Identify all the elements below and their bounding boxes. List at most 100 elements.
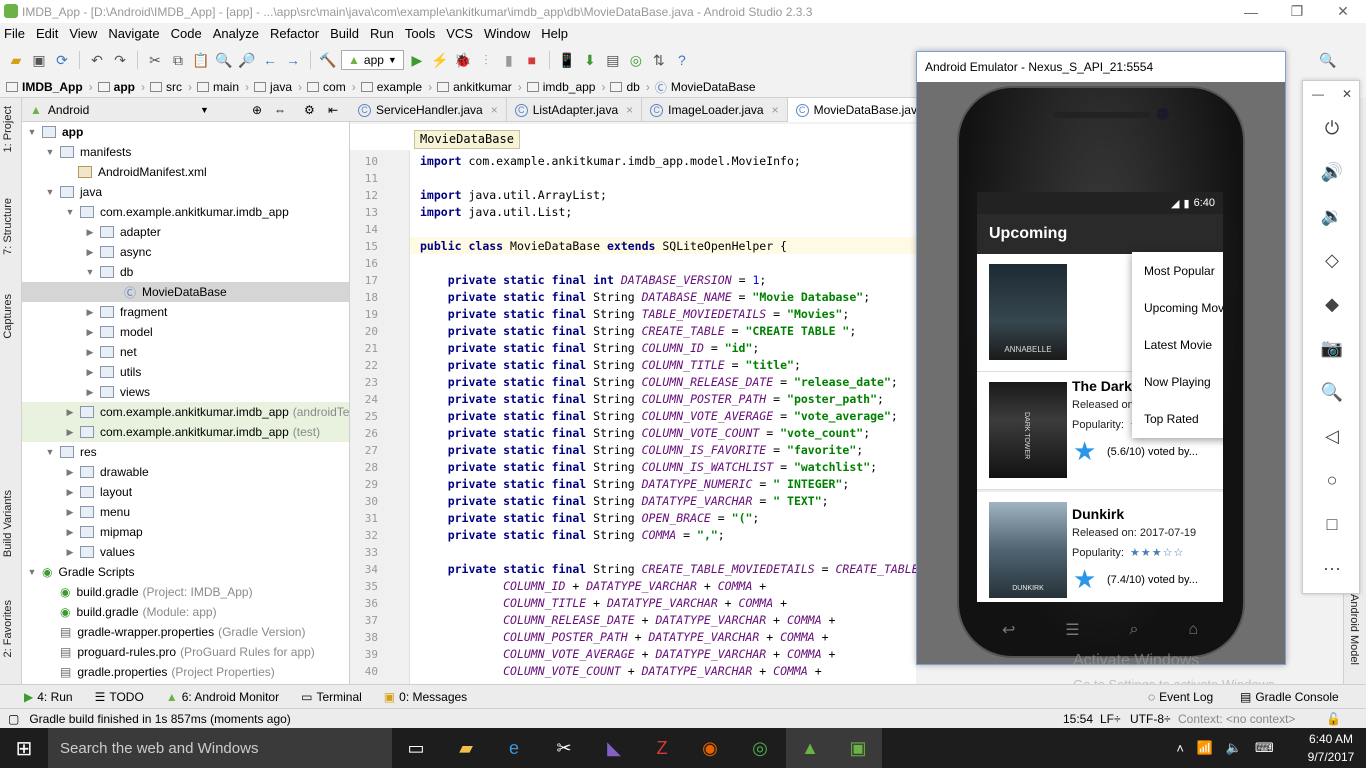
- overview-icon[interactable]: □: [1303, 509, 1361, 539]
- rotate-left-icon[interactable]: ◇: [1303, 245, 1361, 275]
- chevron-right-icon[interactable]: ▶: [84, 327, 96, 338]
- tree-item-build-gradle-project[interactable]: ◉ build.gradle (Project: IMDB_App): [22, 582, 349, 602]
- taskbar-search-box[interactable]: Search the web and Windows: [48, 728, 392, 768]
- tab-android-model[interactable]: Android Model: [1348, 594, 1360, 665]
- tree-item-proguard[interactable]: ▤ proguard-rules.pro (ProGuard Rules for a…: [22, 642, 349, 662]
- replace-icon[interactable]: 🔎: [237, 50, 257, 70]
- code-line[interactable]: private static final String CREATE_TABLE…: [420, 323, 857, 340]
- task-view-icon[interactable]: ▭: [392, 728, 440, 768]
- tool-todo[interactable]: ☰ TODO: [95, 690, 144, 704]
- tree-item-gradle-scripts[interactable]: ▼ ◉ Gradle Scripts: [22, 562, 349, 582]
- tool-messages[interactable]: ▣ 0: Messages: [384, 690, 467, 704]
- code-line[interactable]: private static final String OPEN_BRACE =…: [420, 510, 760, 527]
- menu-navigate[interactable]: Navigate: [108, 26, 159, 41]
- tree-item-gradle-properties[interactable]: ▤ gradle.properties (Project Properties): [22, 662, 349, 682]
- tree-item-mipmap[interactable]: ▶ mipmap: [22, 522, 349, 542]
- menu-file[interactable]: File: [4, 26, 25, 41]
- run-configuration-select[interactable]: ▲ app ▼: [341, 50, 404, 70]
- favorite-star-icon[interactable]: ★: [1073, 436, 1096, 467]
- scroll-from-source-icon[interactable]: ⊕: [252, 103, 262, 117]
- power-icon[interactable]: ⏻: [1303, 113, 1361, 143]
- code-line[interactable]: private static final String COMMA = ",";: [420, 527, 725, 544]
- status-toggle-icon[interactable]: ▢: [8, 712, 19, 726]
- cut-icon[interactable]: ✂: [145, 50, 165, 70]
- chevron-right-icon[interactable]: ▶: [64, 487, 76, 498]
- menu-build[interactable]: Build: [330, 26, 359, 41]
- breadcrumb-imdb-app[interactable]: IMDB_App ›: [6, 80, 93, 94]
- menu-tools[interactable]: Tools: [405, 26, 435, 41]
- code-line[interactable]: COLUMN_POSTER_PATH + DATATYPE_VARCHAR + …: [420, 629, 828, 646]
- attach-debugger-icon[interactable]: ⫶: [476, 50, 496, 70]
- code-line[interactable]: import com.example.ankitkumar.imdb_app.m…: [420, 153, 801, 170]
- tree-item-package-androidtest[interactable]: ▶ com.example.ankitkumar.imdb_app (android…: [22, 402, 349, 422]
- paste-icon[interactable]: 📋: [191, 50, 211, 70]
- debug-icon[interactable]: 🐞: [453, 50, 473, 70]
- profile-icon[interactable]: ▮: [499, 50, 519, 70]
- close-button[interactable]: ✕: [1320, 0, 1366, 23]
- chevron-right-icon[interactable]: ▶: [84, 367, 96, 378]
- gear-icon[interactable]: ⚙: [304, 103, 315, 117]
- tab-build-variants[interactable]: Build Variants: [2, 490, 14, 557]
- tree-item-fragment[interactable]: ▶ fragment: [22, 302, 349, 322]
- breadcrumb-main[interactable]: main ›: [197, 80, 249, 94]
- tree-item-menu[interactable]: ▶ menu: [22, 502, 349, 522]
- tab-imageloader[interactable]: C ImageLoader.java ×: [642, 98, 788, 122]
- code-line[interactable]: private static final String COLUMN_ID = …: [420, 340, 760, 357]
- code-line[interactable]: import java.util.ArrayList;: [420, 187, 607, 204]
- tree-item-res[interactable]: ▼ res: [22, 442, 349, 462]
- menu-item-upcoming-movies[interactable]: Upcoming Movies: [1132, 289, 1223, 326]
- code-line[interactable]: private static final String COLUMN_RELEA…: [420, 374, 898, 391]
- home-key-icon[interactable]: ⌂: [1188, 621, 1198, 639]
- file-explorer-icon[interactable]: ▰: [442, 728, 490, 768]
- close-icon[interactable]: ×: [626, 103, 633, 117]
- menu-help[interactable]: Help: [541, 26, 568, 41]
- tree-item-package-test[interactable]: ▶ com.example.ankitkumar.imdb_app (test): [22, 422, 349, 442]
- code-line[interactable]: private static final String COLUMN_VOTE_…: [420, 408, 898, 425]
- chevron-up-icon[interactable]: ˄: [1176, 741, 1184, 756]
- forward-icon[interactable]: →: [283, 50, 303, 70]
- minimize-button[interactable]: —: [1228, 0, 1274, 23]
- undo-icon[interactable]: ↶: [87, 50, 107, 70]
- code-line[interactable]: private static final String COLUMN_IS_FA…: [420, 442, 864, 459]
- chevron-down-icon[interactable]: ▼: [26, 127, 38, 137]
- find-icon[interactable]: 🔍: [214, 50, 234, 70]
- collapse-all-icon[interactable]: ⇔: [274, 103, 286, 117]
- tool-gradle-console[interactable]: ▤ Gradle Console: [1240, 690, 1339, 704]
- system-clock[interactable]: 6:40 AM 9/7/2017: [1296, 730, 1366, 766]
- code-line[interactable]: private static final String DATABASE_NAM…: [420, 289, 870, 306]
- rotate-right-icon[interactable]: ◆: [1303, 289, 1361, 319]
- code-line[interactable]: COLUMN_TITLE + DATATYPE_VARCHAR + COMMA …: [420, 595, 787, 612]
- code-editor[interactable]: import com.example.ankitkumar.imdb_app.m…: [410, 150, 916, 684]
- tool-event-log[interactable]: ◌ Event Log: [1148, 690, 1213, 704]
- tab-structure[interactable]: 7: Structure: [2, 198, 14, 255]
- favorite-star-icon[interactable]: ★: [1073, 564, 1096, 595]
- chevron-right-icon[interactable]: ▶: [84, 227, 96, 238]
- line-separator[interactable]: LF÷: [1100, 712, 1121, 726]
- tree-item-androidmanifest[interactable]: AndroidManifest.xml: [22, 162, 349, 182]
- avd-manager-icon[interactable]: 📱: [557, 50, 577, 70]
- zoom-icon[interactable]: 🔍: [1303, 377, 1361, 407]
- tree-item-build-gradle-module[interactable]: ◉ build.gradle (Module: app): [22, 602, 349, 622]
- menu-analyze[interactable]: Analyze: [213, 26, 259, 41]
- tree-item-db[interactable]: ▼ db: [22, 262, 349, 282]
- chevron-right-icon[interactable]: ▶: [84, 347, 96, 358]
- open-folder-icon[interactable]: ▰: [6, 50, 26, 70]
- phone-screen[interactable]: ◢ ▮ 6:40 Upcoming ANNABELLE DARK TOWER T…: [977, 192, 1223, 602]
- stop-icon[interactable]: ■: [522, 50, 542, 70]
- menu-item-most-popular[interactable]: Most Popular: [1132, 252, 1223, 289]
- tools-app-icon[interactable]: ✂: [540, 728, 588, 768]
- copy-icon[interactable]: ⧉: [168, 50, 188, 70]
- tab-captures[interactable]: Captures: [2, 294, 14, 339]
- close-icon[interactable]: ×: [772, 103, 779, 117]
- tree-item-app[interactable]: ▼ app: [22, 122, 349, 142]
- chevron-down-icon[interactable]: ▼: [44, 187, 56, 197]
- sync-gradle-icon[interactable]: ⇅: [649, 50, 669, 70]
- tab-listadapter[interactable]: C ListAdapter.java ×: [507, 98, 643, 122]
- menu-window[interactable]: Window: [484, 26, 530, 41]
- tree-item-net[interactable]: ▶ net: [22, 342, 349, 362]
- editor-breadcrumb[interactable]: MovieDataBase: [414, 130, 520, 149]
- keyboard-icon[interactable]: ⌨: [1255, 740, 1274, 756]
- tree-item-package[interactable]: ▼ com.example.ankitkumar.imdb_app: [22, 202, 349, 222]
- help-icon[interactable]: ?: [672, 50, 692, 70]
- hide-panel-icon[interactable]: ⇤: [328, 103, 338, 117]
